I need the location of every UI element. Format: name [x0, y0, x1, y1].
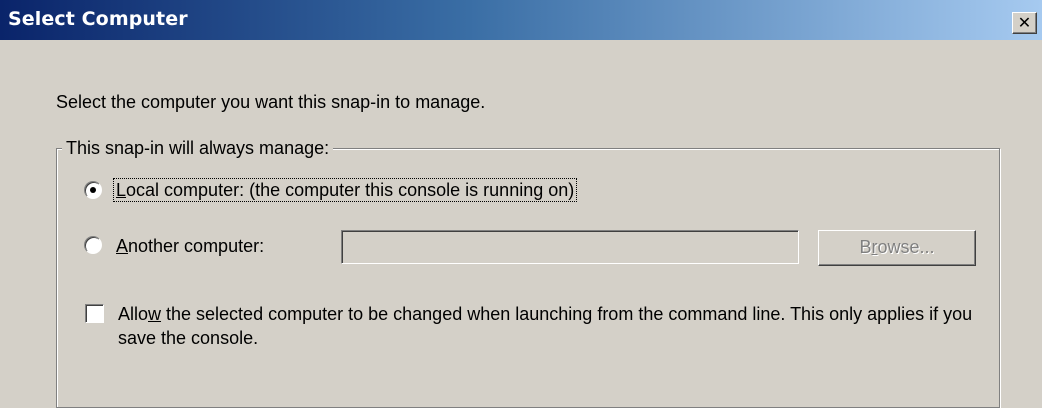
title-bar: Select Computer ✕	[0, 0, 1042, 40]
browse-button[interactable]: Browse...	[818, 230, 976, 266]
computer-name-input[interactable]	[341, 230, 799, 264]
local-computer-mnemonic: L	[116, 180, 127, 200]
allow-change-label-post: the selected computer to be changed when…	[118, 304, 973, 348]
allow-change-label-pre: Allo	[118, 304, 149, 324]
groupbox-legend: This snap-in will always manage:	[62, 137, 334, 159]
intro-text: Select the computer you want this snap-i…	[56, 92, 486, 112]
local-computer-label[interactable]: Local computer: (the computer this conso…	[112, 178, 578, 202]
close-icon: ✕	[1017, 13, 1032, 32]
local-computer-label-text: ocal computer: (the computer this consol…	[126, 180, 575, 200]
window-title: Select Computer	[8, 8, 188, 30]
another-computer-label[interactable]: Another computer:	[116, 235, 264, 257]
another-computer-label-text: nother computer:	[128, 236, 265, 256]
allow-change-checkbox[interactable]	[85, 304, 104, 323]
local-computer-radio[interactable]	[84, 181, 102, 199]
close-button[interactable]: ✕	[1012, 12, 1037, 34]
another-computer-mnemonic: A	[116, 236, 129, 256]
allow-change-mnemonic: w	[148, 304, 162, 324]
allow-change-label[interactable]: Allow the selected computer to be change…	[118, 302, 988, 350]
radio-selected-dot	[90, 187, 96, 193]
another-computer-radio[interactable]	[84, 236, 102, 254]
browse-label-post: owse...	[877, 237, 935, 257]
browse-label-pre: B	[859, 237, 872, 257]
